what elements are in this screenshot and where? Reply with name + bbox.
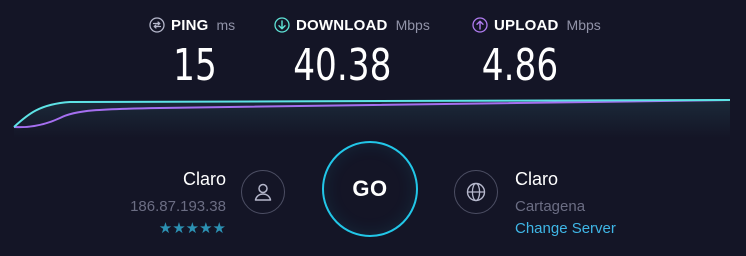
speed-graph (13, 99, 731, 138)
download-value: 40.38 (293, 40, 392, 91)
upload-label: UPLOAD (494, 16, 559, 34)
download-label: DOWNLOAD (296, 16, 388, 34)
ping-header: PING ms (149, 14, 235, 36)
ping-metric: PING ms 15 (149, 14, 235, 94)
ping-unit: ms (216, 17, 236, 33)
server-info: Claro Cartagena Change Server (515, 168, 616, 239)
ping-icon (149, 17, 165, 33)
globe-glyph (466, 182, 486, 202)
upload-header: UPLOAD Mbps (472, 14, 601, 36)
server-location: Cartagena (515, 198, 586, 215)
upload-arrow-icon (472, 17, 488, 33)
go-label: GO (352, 176, 388, 201)
download-arrow-icon (274, 17, 290, 33)
download-unit: Mbps (395, 17, 430, 33)
isp-info: Claro 186.87.193.38 ★★★★★ (130, 168, 226, 239)
go-button[interactable]: GO (322, 141, 418, 237)
user-glyph (254, 183, 272, 201)
globe-icon (454, 170, 498, 214)
upload-unit: Mbps (566, 17, 601, 33)
upload-metric: UPLOAD Mbps 4.86 (472, 14, 601, 94)
ping-label: PING (171, 16, 209, 34)
isp-rating-stars[interactable]: ★★★★★ (130, 219, 226, 239)
isp-ip-address: 186.87.193.38 (130, 198, 226, 215)
server-name: Claro (515, 169, 559, 189)
download-header: DOWNLOAD Mbps (274, 14, 430, 36)
isp-name: Claro (182, 169, 226, 189)
download-metric: DOWNLOAD Mbps 40.38 (274, 14, 430, 94)
ping-value: 15 (173, 40, 217, 91)
change-server-link[interactable]: Change Server (515, 219, 616, 239)
upload-value: 4.86 (481, 40, 559, 91)
user-icon (241, 170, 285, 214)
